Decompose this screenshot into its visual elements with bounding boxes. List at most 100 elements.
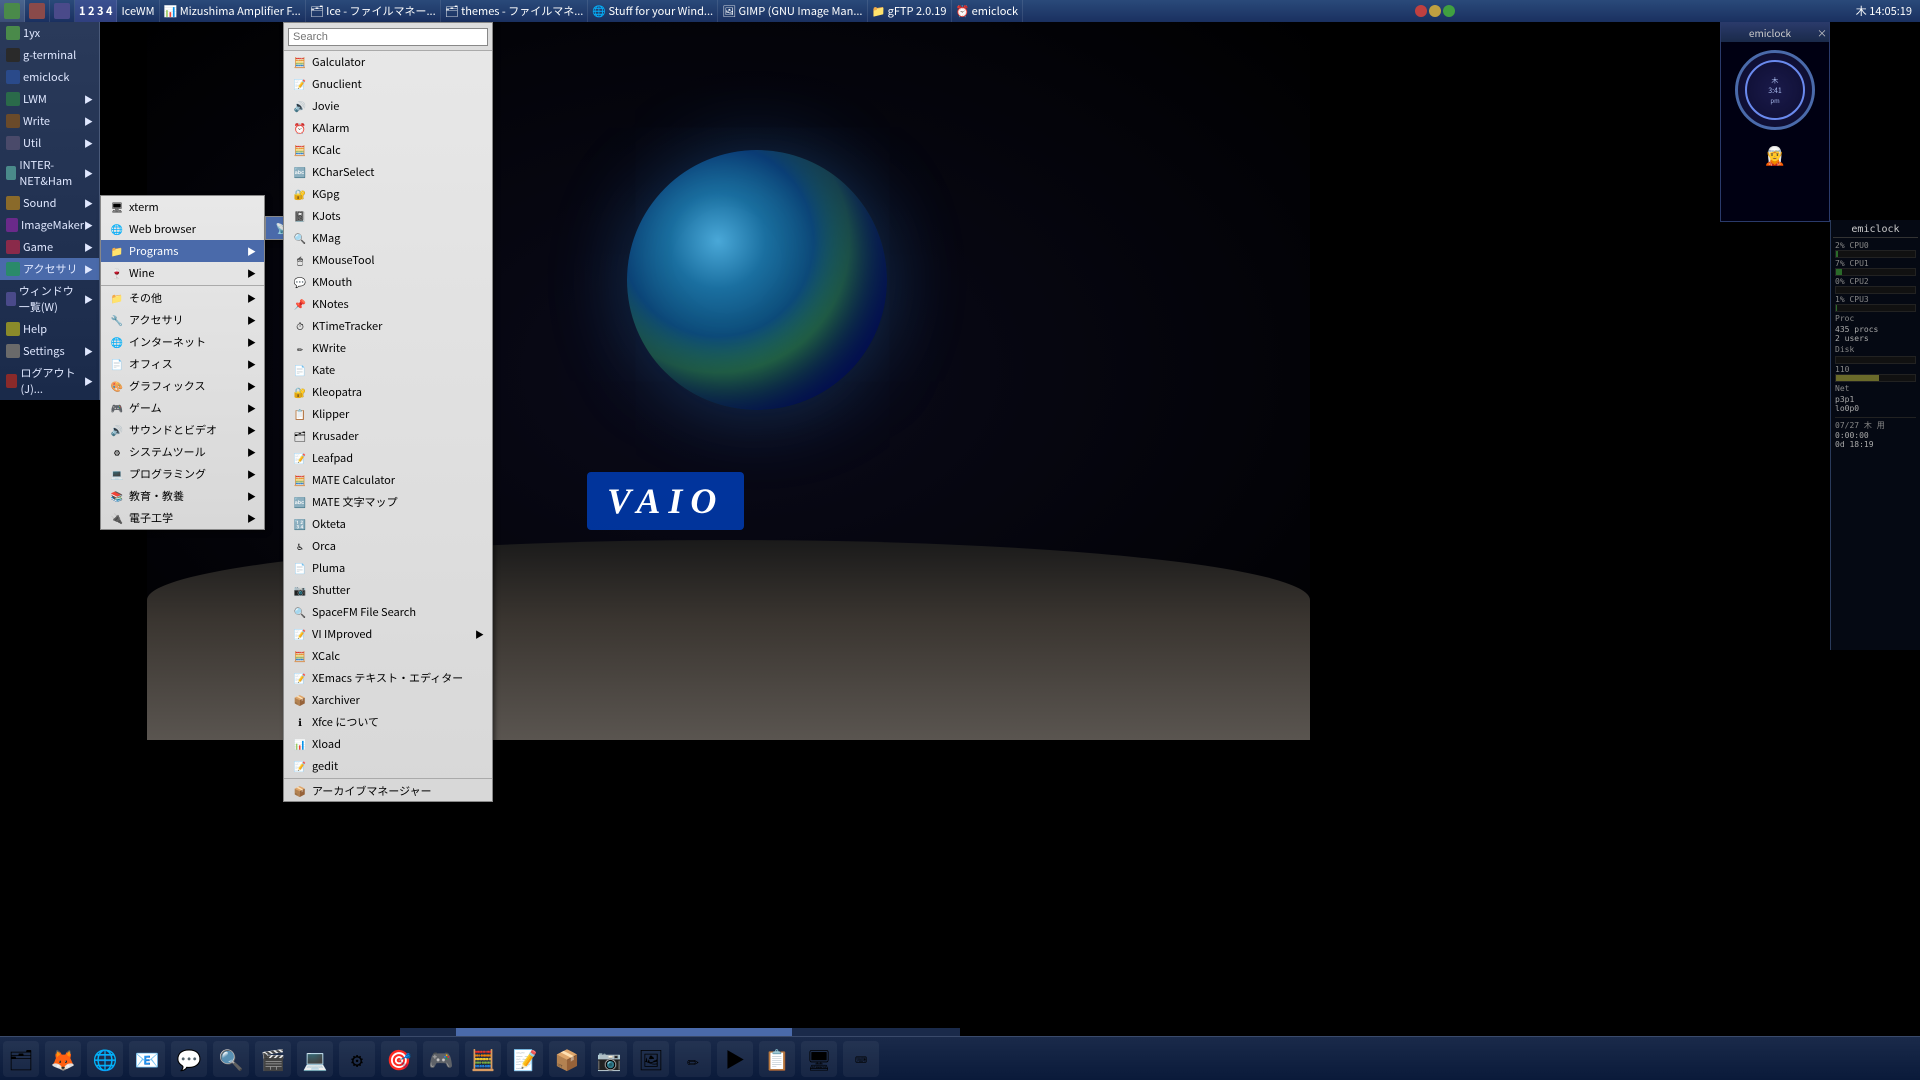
kapp-kjots[interactable]: 📓KJots: [284, 205, 492, 227]
acc-sonota[interactable]: 📁その他▶: [101, 287, 264, 309]
menu-item-lwm[interactable]: LWM▶: [0, 88, 99, 110]
top-app-icon-2[interactable]: [25, 0, 50, 22]
bottom-icon-blender[interactable]: 🎯: [381, 1041, 417, 1077]
kapp-leafpad[interactable]: 📝Leafpad: [284, 447, 492, 469]
bottom-icon-leafpad-b[interactable]: 📝: [507, 1041, 543, 1077]
bottom-icon-calc-b[interactable]: 🧮: [465, 1041, 501, 1077]
acc-xterm[interactable]: 🖥xterm: [101, 196, 264, 218]
kapp-kmag[interactable]: 🔍KMag: [284, 227, 492, 249]
kapp-shutter[interactable]: 📷Shutter: [284, 579, 492, 601]
kapp-kwrite[interactable]: ✏KWrite: [284, 337, 492, 359]
top-task-icewm[interactable]: IceWM: [117, 0, 159, 22]
kapp-archive-mgr[interactable]: 📦アーカイブマネージャー: [284, 780, 492, 802]
menu-item-write[interactable]: Write▶: [0, 110, 99, 132]
kapp-jovie[interactable]: 🔊Jovie: [284, 95, 492, 117]
bottom-icon-network[interactable]: 🌐: [87, 1041, 123, 1077]
acc-game[interactable]: 🎮ゲーム▶: [101, 397, 264, 419]
kapp-mate-charmap[interactable]: 🔤MATE 文字マップ: [284, 491, 492, 513]
acc-education[interactable]: 📚教育・教養▶: [101, 485, 264, 507]
kapp-xemacs[interactable]: 📝XEmacs テキスト・エディター: [284, 667, 492, 689]
acc-programs[interactable]: 📁Programs▶: [101, 240, 264, 262]
scroll-thumb[interactable]: [456, 1028, 792, 1036]
kapp-galculator[interactable]: 🧮Galculator: [284, 51, 492, 73]
kapp-knotes[interactable]: 📌KNotes: [284, 293, 492, 315]
menu-item-1yx[interactable]: 1yx: [0, 22, 99, 44]
top-task-emiclock[interactable]: ⏰ emiclock: [952, 0, 1024, 22]
kapp-vi[interactable]: 📝VI IMproved▶: [284, 623, 492, 645]
menu-item-settings[interactable]: Settings▶: [0, 340, 99, 362]
bottom-icon-gimp-b[interactable]: 🖼: [633, 1041, 669, 1077]
bottom-icon-thunderbird[interactable]: 📧: [129, 1041, 165, 1077]
kapp-xcalc[interactable]: 🧮XCalc: [284, 645, 492, 667]
top-task-1[interactable]: 1 2 3 4: [75, 0, 117, 22]
bottom-icon-screenshot-b[interactable]: 📷: [591, 1041, 627, 1077]
kapp-xload[interactable]: 📊Xload: [284, 733, 492, 755]
menu-item-windows[interactable]: ウィンドウ一覧(W)▶: [0, 280, 99, 318]
acc-accessories-sub[interactable]: 🔧アクセサリ▶: [101, 309, 264, 331]
menu-item-sound[interactable]: Sound▶: [0, 192, 99, 214]
top-task-mizushima[interactable]: 📊 Mizushima Amplifier F...: [160, 0, 306, 22]
min-btn[interactable]: [1429, 5, 1441, 17]
kapp-orca[interactable]: ♿Orca: [284, 535, 492, 557]
acc-graphics[interactable]: 🎨グラフィックス▶: [101, 375, 264, 397]
close-btn[interactable]: [1415, 5, 1427, 17]
kapp-xfce-about[interactable]: ℹXfce について: [284, 711, 492, 733]
kapp-kgpg[interactable]: 🔐KGpg: [284, 183, 492, 205]
search-input[interactable]: [288, 28, 488, 46]
bottom-icon-clipboard-b[interactable]: 📋: [759, 1041, 795, 1077]
menu-item-accessories[interactable]: アクセサリ▶: [0, 258, 99, 280]
acc-internet[interactable]: 🌐インターネット▶: [101, 331, 264, 353]
kapp-kmouth[interactable]: 💬KMouth: [284, 271, 492, 293]
bottom-icon-system-b[interactable]: 🖥: [801, 1041, 837, 1077]
menu-item-logout[interactable]: ログアウト(J)...▶: [0, 362, 99, 400]
top-app-icon-1[interactable]: [0, 0, 25, 22]
top-task-stuff[interactable]: 🌐 Stuff for your Wind...: [588, 0, 718, 22]
top-task-ice-fm[interactable]: 🗂 Ice - ファイルマネー...: [306, 0, 441, 22]
bottom-icon-inkscape-b[interactable]: ✏: [675, 1041, 711, 1077]
acc-electronics[interactable]: 🔌電子工学▶: [101, 507, 264, 529]
top-task-gftp[interactable]: 📁 gFTP 2.0.19: [868, 0, 952, 22]
kapp-gedit[interactable]: 📝gedit: [284, 755, 492, 777]
kapp-okteta[interactable]: 🔢Okteta: [284, 513, 492, 535]
kapp-kate[interactable]: 📄Kate: [284, 359, 492, 381]
menu-item-game[interactable]: Game▶: [0, 236, 99, 258]
bottom-icon-game-b[interactable]: 🎮: [423, 1041, 459, 1077]
kapp-gnuclient[interactable]: 📝Gnuclient: [284, 73, 492, 95]
kapp-xarchiver[interactable]: 📦Xarchiver: [284, 689, 492, 711]
kapp-kcalc[interactable]: 🧮KCalc: [284, 139, 492, 161]
top-task-gimp[interactable]: 🖼 GIMP (GNU Image Man...: [718, 0, 867, 22]
kapp-klipper[interactable]: 📋Klipper: [284, 403, 492, 425]
kapp-kmousetool[interactable]: 🖱KMouseTool: [284, 249, 492, 271]
kapp-pluma[interactable]: 📄Pluma: [284, 557, 492, 579]
acc-webbrowser[interactable]: 🌐Web browser: [101, 218, 264, 240]
menu-item-gterminal[interactable]: g-terminal: [0, 44, 99, 66]
bottom-icon-search[interactable]: 🔍: [213, 1041, 249, 1077]
bottom-icon-browser-ff[interactable]: 🦊: [45, 1041, 81, 1077]
kapp-mate-calculator[interactable]: 🧮MATE Calculator: [284, 469, 492, 491]
kapp-ktimetracker[interactable]: ⏱KTimeTracker: [284, 315, 492, 337]
bottom-icon-video[interactable]: 🎬: [255, 1041, 291, 1077]
menu-item-emiclock[interactable]: emiclock: [0, 66, 99, 88]
menu-item-internet[interactable]: INTER-NET&Ham▶: [0, 154, 99, 192]
menu-item-util[interactable]: Util▶: [0, 132, 99, 154]
acc-wine[interactable]: 🍷Wine▶: [101, 262, 264, 284]
bottom-icon-archive-b[interactable]: 📦: [549, 1041, 585, 1077]
bottom-icon-filemanager[interactable]: 🗂: [3, 1041, 39, 1077]
bottom-icon-console-b[interactable]: ⌨: [843, 1041, 879, 1077]
top-task-themes[interactable]: 🗂 themes - ファイルマネ...: [441, 0, 589, 22]
kapp-kalarm[interactable]: ⏰KAlarm: [284, 117, 492, 139]
kapp-spacefm[interactable]: 🔍SpaceFM File Search: [284, 601, 492, 623]
acc-sound[interactable]: 🔊サウンドとビデオ▶: [101, 419, 264, 441]
menu-item-help[interactable]: Help: [0, 318, 99, 340]
menu-item-imagemaker[interactable]: ImageMaker▶: [0, 214, 99, 236]
kapp-kleopatra[interactable]: 🔐Kleopatra: [284, 381, 492, 403]
bottom-icon-settings-b[interactable]: ⚙: [339, 1041, 375, 1077]
acc-programming[interactable]: 💻プログラミング▶: [101, 463, 264, 485]
clock-close-btn[interactable]: ×: [1817, 25, 1827, 40]
kapp-krusader[interactable]: 🗂Krusader: [284, 425, 492, 447]
kapp-kcharselect[interactable]: 🔤KCharSelect: [284, 161, 492, 183]
acc-systemtools[interactable]: ⚙システムツール▶: [101, 441, 264, 463]
top-app-icon-3[interactable]: [50, 0, 75, 22]
acc-office[interactable]: 📄オフィス▶: [101, 353, 264, 375]
bottom-icon-terminal-b[interactable]: 💻: [297, 1041, 333, 1077]
